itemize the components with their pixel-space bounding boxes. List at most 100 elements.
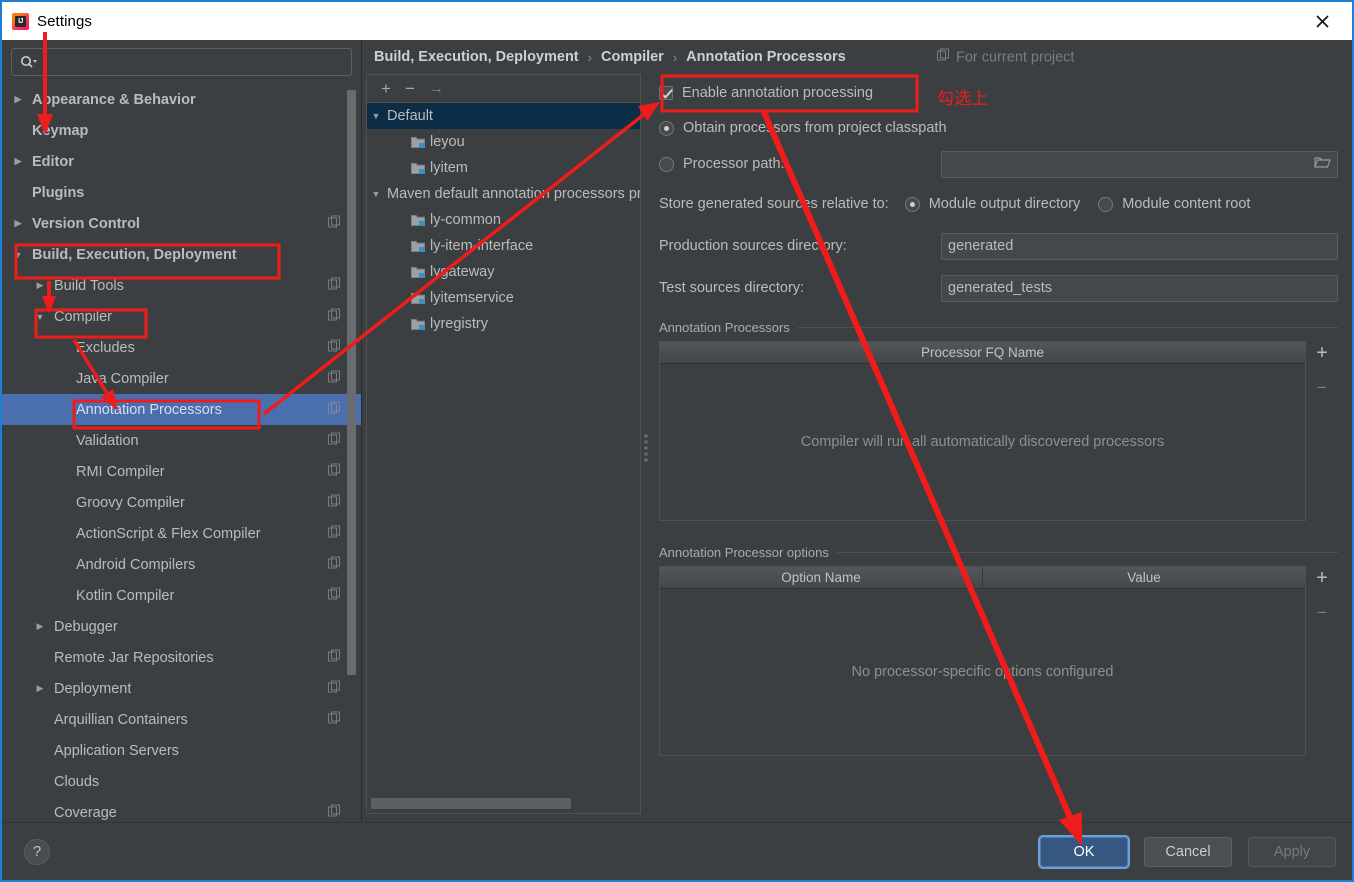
options-column-name[interactable]: Option Name [660, 567, 983, 588]
module-row[interactable]: lygateway [367, 259, 640, 285]
apply-button[interactable]: Apply [1248, 836, 1336, 867]
sidebar-item-plugins[interactable]: Plugins [2, 177, 361, 208]
chevron-right-icon[interactable]: ▶ [10, 94, 26, 105]
options-column-value[interactable]: Value [983, 567, 1305, 588]
module-label: Default [387, 108, 433, 124]
sidebar-item-keymap[interactable]: Keymap [2, 115, 361, 146]
annotation-processors-form: Enable annotation processing Obtain proc… [651, 74, 1352, 822]
obtain-from-classpath-row[interactable]: Obtain processors from project classpath [659, 110, 1338, 146]
module-row[interactable]: lyitem [367, 155, 640, 181]
add-profile-button[interactable]: + [381, 80, 391, 97]
chevron-right-icon[interactable]: ▶ [10, 218, 26, 229]
profile-group-row[interactable]: ▼ Maven default annotation processors pro… [367, 181, 640, 207]
content-panes: + − → ▼ Default leyou lyitem ▼ Maven default … [362, 74, 1352, 822]
chevron-right-icon[interactable]: ▶ [32, 683, 48, 694]
production-sources-field[interactable]: generated [941, 232, 1338, 260]
chevron-right-icon[interactable]: ▶ [10, 156, 26, 167]
processor-path-row[interactable]: Processor path: [659, 146, 1338, 182]
sidebar-item-clouds[interactable]: Clouds [2, 766, 361, 797]
sidebar-item-kotlin-compiler[interactable]: Kotlin Compiler [2, 580, 361, 611]
sidebar-item-actionscript-flex-compiler[interactable]: ActionScript & Flex Compiler [2, 518, 361, 549]
search-container [2, 40, 361, 80]
sidebar-item-build-execution-deployment[interactable]: ▼ Build, Execution, Deployment [2, 239, 361, 270]
module-row[interactable]: lyitemservice [367, 285, 640, 311]
profile-group-row[interactable]: ▼ Default [367, 103, 640, 129]
move-to-profile-button[interactable]: → [429, 81, 444, 96]
processor-path-field[interactable] [941, 150, 1338, 178]
breadcrumb-item-1[interactable]: Compiler [601, 49, 664, 65]
cancel-button[interactable]: Cancel [1144, 836, 1232, 867]
sidebar-item-label: Editor [32, 153, 74, 170]
chevron-down-icon[interactable]: ▼ [32, 312, 48, 322]
options-table[interactable]: Option Name Value No processor-specific … [659, 566, 1306, 756]
sidebar-item-arquillian-containers[interactable]: Arquillian Containers [2, 704, 361, 735]
chevron-right-icon[interactable]: ▶ [32, 621, 48, 632]
module-label: ly-common [430, 212, 501, 228]
chevron-down-icon[interactable]: ▼ [367, 189, 385, 199]
module-row[interactable]: lyregistry [367, 311, 640, 337]
ok-button[interactable]: OK [1040, 836, 1128, 867]
module-output-directory-radio[interactable] [904, 196, 920, 212]
production-sources-row: Production sources directory: generated [659, 226, 1338, 266]
sidebar-item-version-control[interactable]: ▶ Version Control [2, 208, 361, 239]
chevron-down-icon[interactable]: ▼ [367, 111, 385, 121]
module-row[interactable]: ly-common [367, 207, 640, 233]
sidebar-item-compiler[interactable]: ▼ Compiler [2, 301, 361, 332]
settings-dialog: Settings [0, 0, 1354, 882]
help-button[interactable]: ? [24, 838, 50, 865]
chevron-down-icon[interactable]: ▼ [10, 250, 26, 260]
obtain-from-classpath-label: Obtain processors from project classpath [683, 120, 947, 136]
processors-empty-text: Compiler will run all automatically disc… [800, 434, 1165, 450]
sidebar-item-label: RMI Compiler [76, 463, 165, 480]
add-option-button[interactable]: + [1316, 568, 1328, 588]
sidebar-item-appearance-behavior[interactable]: ▶ Appearance & Behavior [2, 84, 361, 115]
profiles-hscrollbar-thumb[interactable] [371, 798, 571, 809]
obtain-from-classpath-radio[interactable] [659, 120, 674, 136]
enable-annotation-processing-label: Enable annotation processing [682, 85, 874, 101]
copy-icon [328, 711, 341, 728]
options-empty-text: No processor-specific options configured [851, 664, 1114, 680]
sidebar-item-annotation-processors[interactable]: Annotation Processors [2, 394, 361, 425]
breadcrumb: Build, Execution, Deployment › Compiler … [362, 40, 1352, 74]
sidebar-item-application-servers[interactable]: Application Servers [2, 735, 361, 766]
sidebar-item-remote-jar-repositories[interactable]: Remote Jar Repositories [2, 642, 361, 673]
chevron-right-icon[interactable]: ▶ [32, 280, 48, 291]
sidebar-item-editor[interactable]: ▶ Editor [2, 146, 361, 177]
settings-tree[interactable]: ▶ Appearance & Behavior Keymap ▶ Editor Plugi… [2, 84, 361, 822]
folder-icon[interactable] [1314, 156, 1331, 173]
sidebar-item-label: Android Compilers [76, 556, 196, 573]
sidebar-item-validation[interactable]: Validation [2, 425, 361, 456]
breadcrumb-separator: › [672, 49, 678, 65]
sidebar-item-build-tools[interactable]: ▶ Build Tools [2, 270, 361, 301]
sidebar-item-label: Excludes [76, 339, 135, 356]
close-icon[interactable] [1302, 2, 1342, 40]
remove-profile-button[interactable]: − [405, 80, 415, 97]
processors-column-fqname[interactable]: Processor FQ Name [660, 342, 1305, 363]
add-processor-button[interactable]: + [1316, 343, 1328, 363]
enable-annotation-processing-row[interactable]: Enable annotation processing [659, 76, 1338, 110]
sidebar-item-deployment[interactable]: ▶ Deployment [2, 673, 361, 704]
sidebar-item-groovy-compiler[interactable]: Groovy Compiler [2, 487, 361, 518]
enable-annotation-processing-checkbox[interactable] [659, 86, 673, 100]
module-content-root-radio[interactable] [1098, 196, 1114, 212]
search-input[interactable] [38, 49, 345, 75]
sidebar-item-java-compiler[interactable]: Java Compiler [2, 363, 361, 394]
pane-splitter[interactable] [641, 74, 651, 822]
processors-table[interactable]: Processor FQ Name Compiler will run all … [659, 341, 1306, 521]
sidebar-item-coverage[interactable]: Coverage [2, 797, 361, 822]
search-box[interactable] [11, 48, 352, 76]
module-folder-icon [411, 266, 426, 279]
remove-option-button[interactable]: − [1317, 604, 1327, 621]
processor-path-radio[interactable] [659, 156, 674, 172]
profiles-list[interactable]: ▼ Default leyou lyitem ▼ Maven default annota… [366, 102, 641, 814]
sidebar-item-debugger[interactable]: ▶ Debugger [2, 611, 361, 642]
sidebar-item-android-compilers[interactable]: Android Compilers [2, 549, 361, 580]
sidebar-item-rmi-compiler[interactable]: RMI Compiler [2, 456, 361, 487]
test-sources-field[interactable]: generated_tests [941, 274, 1338, 302]
module-row[interactable]: ly-item-interface [367, 233, 640, 259]
module-row[interactable]: leyou [367, 129, 640, 155]
breadcrumb-item-0[interactable]: Build, Execution, Deployment [374, 49, 579, 65]
sidebar-item-excludes[interactable]: Excludes [2, 332, 361, 363]
sidebar-scrollbar-thumb[interactable] [347, 90, 356, 675]
remove-processor-button[interactable]: − [1317, 379, 1327, 396]
